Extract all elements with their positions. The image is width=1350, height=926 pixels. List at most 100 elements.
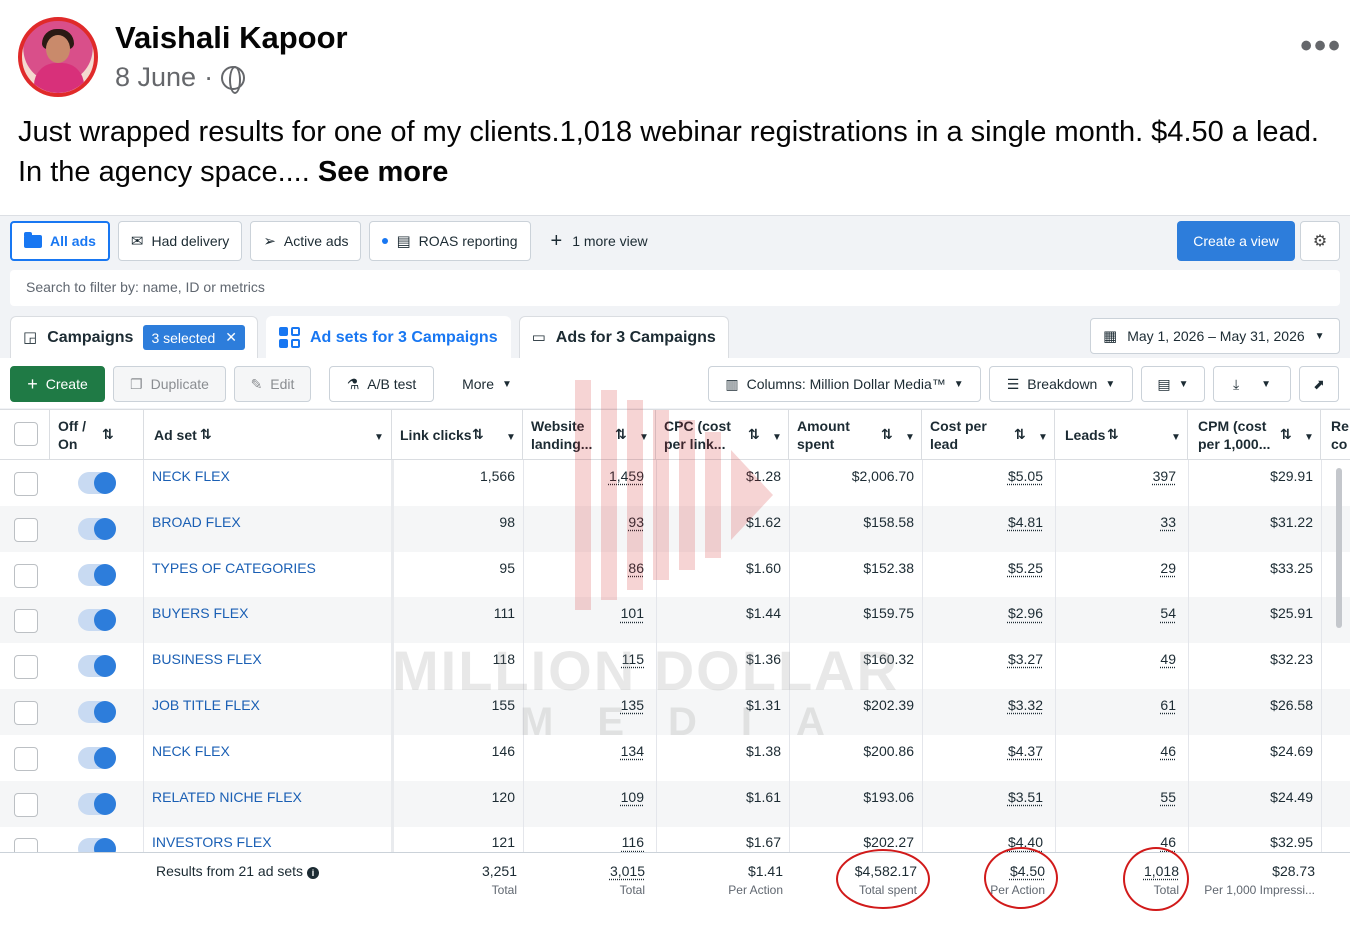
columns-button[interactable]: ▥ Columns: Million Dollar Media™ ▼: [708, 366, 981, 402]
header-cpc[interactable]: CPC (cost per link... ⇅ ▼: [656, 410, 789, 460]
adset-name-link[interactable]: JOB TITLE FLEX: [152, 689, 387, 735]
row-checkbox[interactable]: [14, 701, 38, 725]
adset-name-link[interactable]: RELATED NICHE FLEX: [152, 781, 387, 827]
author-name[interactable]: Vaishali Kapoor: [115, 20, 348, 56]
cell-value[interactable]: 115: [622, 651, 644, 667]
chevron-down-icon[interactable]: ▼: [1304, 429, 1314, 447]
sort-icon[interactable]: ⇅: [102, 425, 114, 443]
cell-value[interactable]: 134: [621, 743, 644, 759]
cell-value[interactable]: 86: [628, 560, 644, 576]
table-row[interactable]: TYPES OF CATEGORIES 95 86 $1.60 $152.38 $5.25…: [0, 552, 1350, 598]
row-checkbox[interactable]: [14, 517, 38, 542]
tab-adsets[interactable]: Ad sets for 3 Campaigns: [266, 316, 511, 358]
search-input[interactable]: Search to filter by: name, ID or metrics: [10, 270, 1340, 306]
sort-icon[interactable]: ⇅: [1107, 425, 1119, 443]
row-checkbox[interactable]: [14, 655, 38, 680]
adset-name-link[interactable]: BUYERS FLEX: [152, 597, 387, 643]
chevron-down-icon[interactable]: ▼: [1171, 429, 1181, 447]
selected-badge[interactable]: 3 selected ✕: [143, 325, 245, 350]
adset-name-link[interactable]: NECK FLEX: [152, 460, 387, 506]
cell-value[interactable]: 101: [621, 605, 644, 621]
header-website-landing[interactable]: Website landing... ⇅ ▼: [523, 410, 656, 460]
reports-button[interactable]: ▤ ▼: [1141, 366, 1205, 402]
delivery-toggle[interactable]: [78, 746, 116, 769]
view-active-ads[interactable]: ➢ Active ads: [250, 221, 362, 261]
cell-value[interactable]: 55: [1160, 789, 1176, 805]
create-view-button[interactable]: Create a view: [1177, 221, 1295, 261]
table-row[interactable]: BUSINESS FLEX 118 115 $1.36 $160.32 $3.27 49 $3…: [0, 643, 1350, 689]
cell-value[interactable]: $5.05: [1008, 468, 1043, 484]
header-results-cost[interactable]: Re co: [1321, 410, 1350, 460]
edit-button[interactable]: ✎ Edit: [234, 366, 311, 402]
tab-campaigns[interactable]: ◲ Campaigns 3 selected ✕: [10, 316, 258, 358]
more-options-icon[interactable]: •••: [1300, 29, 1342, 63]
cell-value[interactable]: $3.27: [1008, 651, 1043, 667]
cell-value[interactable]: $4.37: [1008, 743, 1043, 759]
row-checkbox[interactable]: [14, 792, 38, 817]
date-range-picker[interactable]: ▦ May 1, 2026 – May 31, 2026 ▼: [1090, 318, 1340, 354]
delivery-toggle[interactable]: [78, 655, 116, 678]
header-leads[interactable]: Leads ⇅ ▼: [1055, 410, 1188, 460]
table-row[interactable]: NECK FLEX 1,566 1,459 $1.28 $2,006.70 $5.05 39…: [0, 460, 1350, 506]
tab-ads[interactable]: ▭ Ads for 3 Campaigns: [518, 316, 729, 358]
delivery-toggle[interactable]: [78, 472, 116, 494]
view-all-ads[interactable]: All ads: [10, 221, 110, 261]
sort-icon[interactable]: ⇅: [1280, 425, 1292, 443]
duplicate-button[interactable]: ❐ Duplicate: [113, 366, 226, 402]
cell-value[interactable]: 135: [621, 697, 644, 713]
breakdown-button[interactable]: ☰ Breakdown ▼: [989, 366, 1133, 402]
row-checkbox[interactable]: [14, 472, 38, 496]
chevron-down-icon[interactable]: ▼: [905, 429, 915, 447]
more-views-button[interactable]: + 1 more view: [539, 221, 660, 261]
sort-icon[interactable]: ⇅: [881, 425, 893, 443]
more-button[interactable]: More ▼: [444, 366, 530, 402]
header-cpm[interactable]: CPM (cost per 1,000... ⇅ ▼: [1188, 410, 1321, 460]
header-offon[interactable]: Off / On ⇅: [50, 410, 144, 460]
cell-value[interactable]: 49: [1160, 651, 1176, 667]
cell-value[interactable]: 1,459: [609, 468, 644, 484]
adset-name-link[interactable]: NECK FLEX: [152, 735, 387, 781]
header-link-clicks[interactable]: Link clicks ⇅ ▼: [392, 410, 523, 460]
avatar[interactable]: [18, 17, 98, 97]
select-all-checkbox[interactable]: [14, 422, 38, 446]
chevron-down-icon[interactable]: ▼: [506, 429, 516, 447]
view-roas-reporting[interactable]: ▤ ROAS reporting: [369, 221, 531, 261]
row-checkbox[interactable]: [14, 746, 38, 771]
delivery-toggle[interactable]: [78, 792, 116, 815]
delivery-toggle[interactable]: [78, 609, 116, 632]
cell-value[interactable]: 116: [622, 834, 644, 850]
table-row[interactable]: JOB TITLE FLEX 155 135 $1.31 $202.39 $3.32 61 $…: [0, 689, 1350, 735]
delivery-toggle[interactable]: [78, 517, 116, 540]
chevron-down-icon[interactable]: ▼: [639, 429, 649, 447]
chevron-down-icon[interactable]: ▼: [772, 429, 782, 447]
row-checkbox[interactable]: [14, 609, 38, 634]
cell-value[interactable]: 61: [1160, 697, 1176, 713]
sort-icon[interactable]: ⇅: [200, 425, 212, 443]
sort-icon[interactable]: ⇅: [1014, 425, 1026, 443]
chevron-down-icon[interactable]: ▼: [374, 429, 384, 447]
table-row[interactable]: NECK FLEX 146 134 $1.38 $200.86 $4.37 46 $24.69: [0, 735, 1350, 781]
create-button[interactable]: + Create: [10, 366, 105, 402]
globe-icon[interactable]: [221, 65, 246, 94]
see-more-link[interactable]: See more: [318, 156, 449, 188]
cell-value[interactable]: 54: [1160, 605, 1176, 621]
cell-value[interactable]: $3.32: [1008, 697, 1043, 713]
expand-chart-button[interactable]: ⬈: [1299, 366, 1339, 402]
delivery-toggle[interactable]: [78, 563, 116, 586]
cell-value[interactable]: 46: [1160, 743, 1176, 759]
cell-value[interactable]: 33: [1160, 514, 1176, 530]
header-amount-spent[interactable]: Amount spent ⇅ ▼: [789, 410, 922, 460]
ab-test-button[interactable]: ⚗ A/B test: [329, 366, 434, 402]
delivery-toggle[interactable]: [78, 701, 116, 723]
chevron-down-icon[interactable]: ▼: [1038, 429, 1048, 447]
table-row[interactable]: RELATED NICHE FLEX 120 109 $1.61 $193.06 $3.5…: [0, 780, 1350, 827]
cell-value[interactable]: 29: [1160, 560, 1176, 576]
header-cost-per-lead[interactable]: Cost per lead ⇅ ▼: [922, 410, 1055, 460]
post-date[interactable]: 8 June: [115, 62, 196, 93]
adset-name-link[interactable]: BROAD FLEX: [152, 506, 387, 552]
row-checkbox[interactable]: [14, 563, 38, 588]
sort-icon[interactable]: ⇅: [615, 425, 627, 443]
clear-selection-icon[interactable]: ✕: [225, 329, 237, 346]
sort-icon[interactable]: ⇅: [748, 425, 760, 443]
table-row[interactable]: BROAD FLEX 98 93 $1.62 $158.58 $4.81 33 $31.22: [0, 505, 1350, 552]
